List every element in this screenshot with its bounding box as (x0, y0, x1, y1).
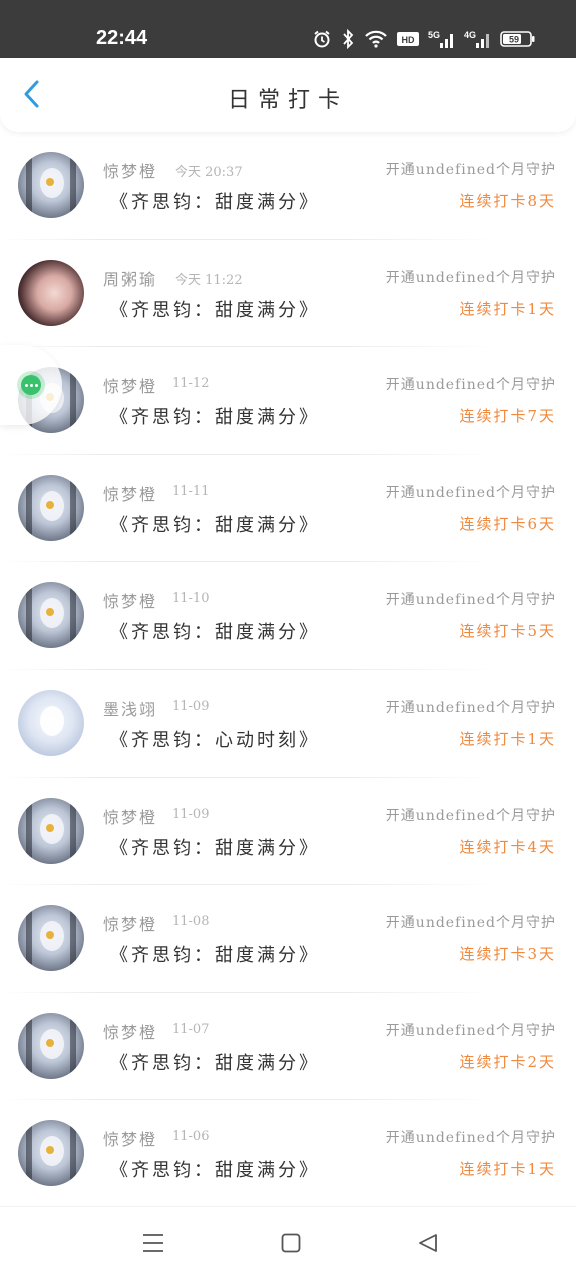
checkin-date: 11-09 (172, 806, 210, 822)
guard-text: 开通undefined个月守护 (385, 162, 556, 178)
5g-signal-icon: 5G (428, 29, 456, 49)
checkin-date: 今天 11:22 (175, 272, 243, 288)
book-title: 《齐思钧：甜度满分》 (110, 1160, 320, 1182)
user-name[interactable]: 惊梦橙 (103, 158, 157, 182)
battery-icon: 59 (500, 30, 536, 48)
checkin-list: 惊梦橙 今天 20:37 《齐思钧：甜度满分》 开通undefined个月守护 … (0, 132, 576, 1208)
avatar[interactable] (18, 259, 84, 326)
checkin-date: 11-09 (172, 698, 210, 714)
user-name[interactable]: 惊梦橙 (103, 1126, 157, 1150)
system-nav-bar (0, 1206, 576, 1281)
checkin-date: 今天 20:37 (175, 165, 243, 180)
avatar[interactable] (18, 905, 84, 972)
streak-text: 连续打卡2天 (459, 1052, 556, 1071)
avatar[interactable] (18, 152, 84, 218)
user-name[interactable]: 惊梦橙 (103, 804, 157, 828)
avatar[interactable] (18, 1012, 84, 1079)
book-title: 《齐思钧：甜度满分》 (110, 945, 320, 967)
avatar[interactable] (18, 582, 84, 649)
streak-text: 连续打卡8天 (459, 192, 556, 210)
book-title: 《齐思钧：甜度满分》 (110, 514, 320, 536)
guard-text: 开通undefined个月守护 (385, 807, 556, 824)
guard-text: 开通undefined个月守护 (385, 699, 556, 716)
avatar[interactable] (18, 797, 84, 864)
user-name[interactable]: 惊梦橙 (103, 1019, 157, 1043)
status-icons: HD 5G 4G 59 (312, 26, 536, 52)
home-square-icon (281, 1233, 301, 1257)
guard-text: 开通undefined个月守护 (385, 592, 556, 609)
page-header: 日常打卡 (0, 58, 576, 132)
wifi-icon (364, 29, 388, 49)
list-item[interactable]: 惊梦橙 11-08 《齐思钧：甜度满分》 开通undefined个月守护 连续打… (0, 885, 576, 993)
guard-text: 开通undefined个月守护 (385, 484, 556, 501)
svg-text:HD: HD (402, 35, 415, 45)
streak-text: 连续打卡1天 (459, 729, 556, 748)
status-bar: 22:44 HD 5G 4G 59 (0, 0, 576, 58)
user-name[interactable]: 惊梦橙 (103, 588, 157, 612)
list-item[interactable]: 惊梦橙 11-06 《齐思钧：甜度满分》 开通undefined个月守护 连续打… (0, 1100, 576, 1208)
alarm-icon (312, 29, 332, 49)
checkin-date: 11-07 (172, 1021, 210, 1037)
list-item[interactable]: 周粥瑜 今天 11:22 《齐思钧：甜度满分》 开通undefined个月守护 … (0, 240, 576, 348)
menu-icon (142, 1233, 164, 1257)
book-title: 《齐思钧：甜度满分》 (110, 299, 320, 321)
list-item[interactable]: 惊梦橙 11-07 《齐思钧：甜度满分》 开通undefined个月守护 连续打… (0, 993, 576, 1101)
list-item[interactable]: 墨浅翊 11-09 《齐思钧：心动时刻》 开通undefined个月守护 连续打… (0, 670, 576, 778)
list-item[interactable]: 惊梦橙 11-11 《齐思钧：甜度满分》 开通undefined个月守护 连续打… (0, 455, 576, 563)
checkin-date: 11-06 (172, 1129, 210, 1145)
recent-apps-button[interactable] (133, 1229, 173, 1261)
user-name[interactable]: 墨浅翊 (103, 696, 157, 720)
streak-text: 连续打卡5天 (459, 622, 556, 641)
avatar[interactable] (18, 474, 84, 541)
streak-text: 连续打卡1天 (459, 1160, 556, 1179)
user-name[interactable]: 惊梦橙 (103, 481, 157, 505)
system-back-button[interactable] (408, 1229, 448, 1261)
svg-text:4G: 4G (464, 30, 476, 40)
streak-text: 连续打卡3天 (459, 945, 556, 964)
book-title: 《齐思钧：甜度满分》 (110, 837, 320, 859)
back-triangle-icon (418, 1233, 438, 1257)
list-item[interactable]: 惊梦橙 今天 20:37 《齐思钧：甜度满分》 开通undefined个月守护 … (0, 132, 576, 240)
list-item[interactable]: 惊梦橙 11-12 《齐思钧：甜度满分》 开通undefined个月守护 连续打… (0, 347, 576, 455)
streak-text: 连续打卡7天 (459, 407, 556, 426)
checkin-date: 11-10 (172, 591, 210, 607)
home-button[interactable] (271, 1229, 311, 1261)
avatar[interactable] (18, 1120, 84, 1187)
checkin-date: 11-11 (172, 483, 210, 499)
user-name[interactable]: 惊梦橙 (103, 373, 157, 397)
guard-text: 开通undefined个月守护 (385, 1130, 556, 1147)
checkin-date: 11-08 (172, 914, 210, 930)
svg-text:59: 59 (509, 35, 519, 45)
guard-text: 开通undefined个月守护 (385, 269, 556, 286)
book-title: 《齐思钧：甜度满分》 (110, 622, 320, 644)
book-title: 《齐思钧：甜度满分》 (110, 407, 320, 429)
guard-text: 开通undefined个月守护 (385, 377, 556, 394)
book-title: 《齐思钧：心动时刻》 (110, 729, 320, 751)
4g-signal-icon: 4G (464, 29, 492, 49)
list-item[interactable]: 惊梦橙 11-10 《齐思钧：甜度满分》 开通undefined个月守护 连续打… (0, 562, 576, 670)
page-title: 日常打卡 (227, 88, 348, 113)
chat-bubble-icon (21, 375, 41, 395)
book-title: 《齐思钧：甜度满分》 (110, 1052, 320, 1074)
guard-text: 开通undefined个月守护 (385, 915, 556, 932)
hd-icon: HD (396, 30, 420, 48)
user-name[interactable]: 惊梦橙 (103, 911, 157, 935)
checkin-date: 11-12 (172, 376, 210, 392)
streak-text: 连续打卡4天 (459, 837, 556, 856)
book-title: 《齐思钧：甜度满分》 (110, 192, 320, 213)
svg-text:5G: 5G (428, 30, 440, 40)
user-name[interactable]: 周粥瑜 (103, 266, 157, 290)
streak-text: 连续打卡6天 (459, 514, 556, 533)
streak-text: 连续打卡1天 (459, 299, 556, 318)
avatar[interactable] (18, 689, 84, 756)
list-item[interactable]: 惊梦橙 11-09 《齐思钧：甜度满分》 开通undefined个月守护 连续打… (0, 778, 576, 886)
bluetooth-icon (340, 29, 356, 49)
guard-text: 开通undefined个月守护 (385, 1022, 556, 1039)
status-time: 22:44 (96, 27, 148, 49)
